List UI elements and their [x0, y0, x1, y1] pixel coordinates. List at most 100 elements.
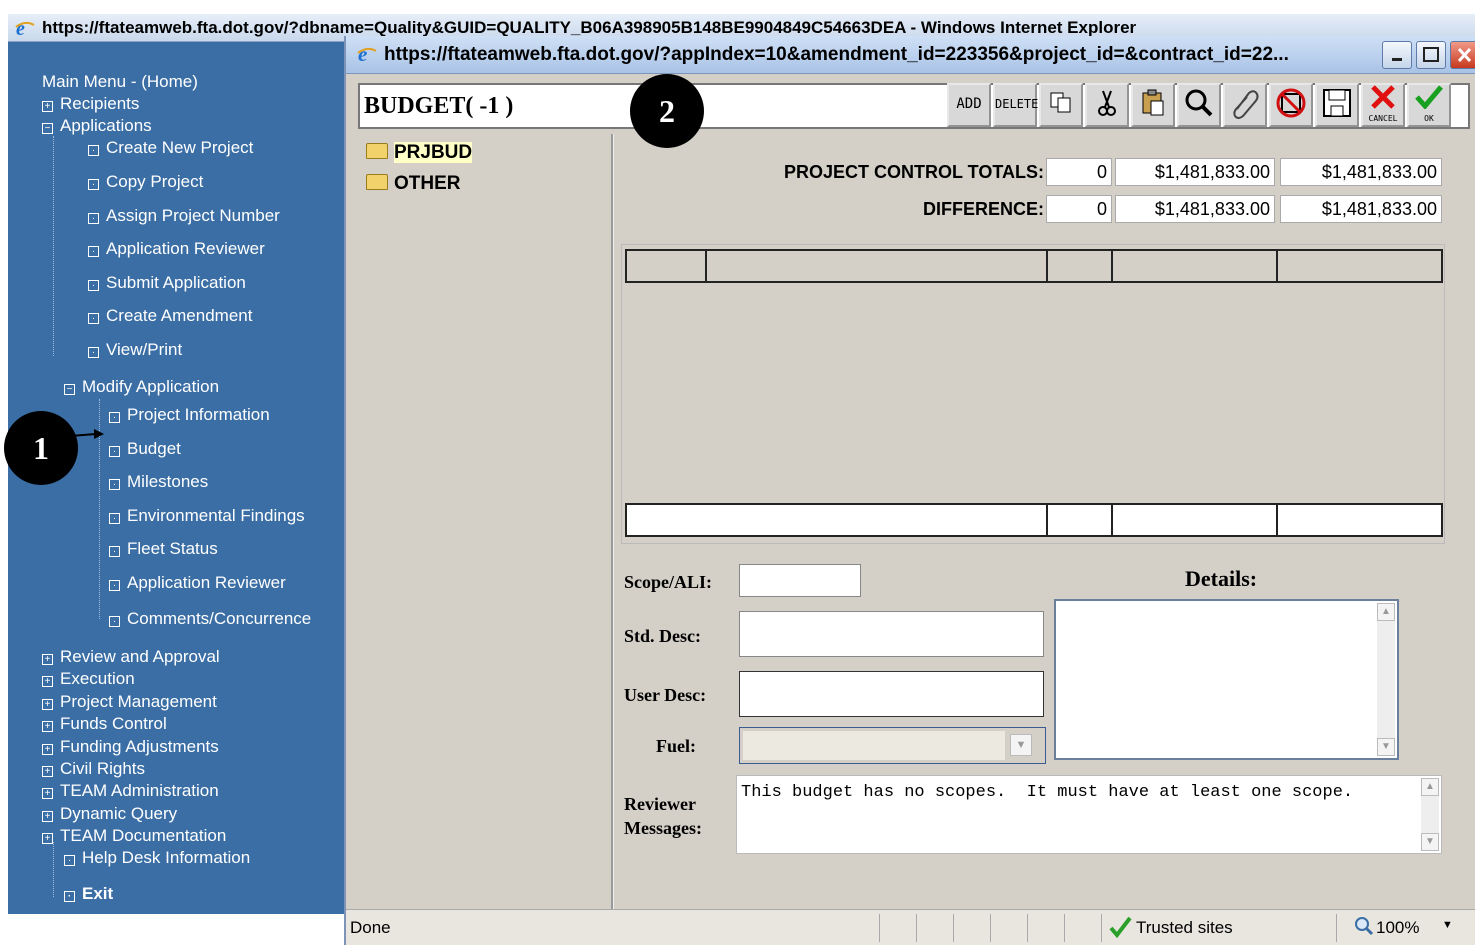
nav-modify-application[interactable]: − Modify Application: [64, 377, 219, 397]
nav-view-print[interactable]: · View/Print: [88, 340, 182, 360]
search-button[interactable]: [1177, 83, 1221, 127]
nav-team-documentation[interactable]: + TEAM Documentation: [42, 826, 226, 846]
copy-button[interactable]: [1039, 83, 1083, 127]
chevron-down-icon[interactable]: ▼: [1010, 734, 1032, 756]
save-button[interactable]: [1315, 83, 1359, 127]
leaf-icon: ·: [109, 479, 120, 490]
paste-button[interactable]: [1131, 83, 1175, 127]
nav-execution[interactable]: + Execution: [42, 669, 135, 689]
nav-create-new-project[interactable]: · Create New Project: [88, 138, 253, 158]
nav-review-and-approval[interactable]: + Review and Approval: [42, 647, 220, 667]
cut-button[interactable]: [1085, 83, 1129, 127]
tree-folder-other[interactable]: OTHER: [366, 173, 461, 195]
std-desc-input[interactable]: [739, 611, 1044, 657]
scope-ali-input[interactable]: [739, 564, 861, 597]
nav-project-information[interactable]: · Project Information: [109, 405, 270, 425]
expand-plus-icon[interactable]: +: [42, 811, 53, 822]
status-text: Done: [350, 918, 391, 937]
folder-icon: [366, 143, 388, 159]
leaf-icon: ·: [109, 580, 120, 591]
scroll-down-icon[interactable]: ▼: [1421, 833, 1439, 851]
user-desc-label: User Desc:: [624, 685, 707, 705]
control-total-count: 0: [1046, 158, 1112, 186]
expand-plus-icon[interactable]: +: [42, 699, 53, 710]
nav-create-amendment[interactable]: · Create Amendment: [88, 306, 252, 326]
nav-team-administration[interactable]: + TEAM Administration: [42, 781, 219, 801]
nav-application-reviewer[interactable]: · Application Reviewer: [88, 239, 265, 259]
fuel-select[interactable]: ▼: [739, 727, 1046, 764]
cancel-button[interactable]: CANCEL: [1361, 83, 1405, 127]
expand-plus-icon[interactable]: +: [42, 766, 53, 777]
zoom-dropdown-icon[interactable]: ▼: [1442, 919, 1453, 931]
collapse-minus-icon[interactable]: −: [64, 384, 75, 395]
nav-exit[interactable]: · Exit: [64, 884, 113, 904]
scroll-up-icon[interactable]: ▲: [1421, 778, 1439, 796]
grid-total-cell: [1276, 503, 1443, 537]
leaf-icon: ·: [88, 246, 99, 257]
nav-recipients[interactable]: + Recipients: [42, 94, 139, 114]
expand-plus-icon[interactable]: +: [42, 676, 53, 687]
expand-plus-icon[interactable]: +: [42, 654, 53, 665]
grid-header-cell[interactable]: [1046, 249, 1113, 283]
zoom-level[interactable]: 100%: [1376, 918, 1419, 938]
scissors-icon: [1098, 90, 1116, 116]
expand-plus-icon[interactable]: +: [42, 721, 53, 732]
nav-civil-rights[interactable]: + Civil Rights: [42, 759, 145, 779]
grid-header-cell[interactable]: [1276, 249, 1443, 283]
no-save-button[interactable]: [1269, 83, 1313, 127]
callout-1: 1: [4, 411, 78, 485]
nav-milestones[interactable]: · Milestones: [109, 472, 208, 492]
user-desc-input[interactable]: [739, 671, 1044, 717]
grid-total-cell: [1111, 503, 1278, 537]
nav-copy-project[interactable]: · Copy Project: [88, 172, 203, 192]
nav-applications[interactable]: − Applications: [42, 116, 152, 136]
nav-fleet-status[interactable]: · Fleet Status: [109, 539, 218, 559]
nav-funds-control[interactable]: + Funds Control: [42, 714, 167, 734]
reviewer-scrollbar[interactable]: ▲ ▼: [1421, 778, 1439, 851]
reviewer-messages-label: Reviewer Messages:: [624, 794, 702, 838]
expand-plus-icon[interactable]: +: [42, 833, 53, 844]
nav-dynamic-query[interactable]: + Dynamic Query: [42, 804, 177, 824]
leaf-icon: ·: [109, 513, 120, 524]
reviewer-messages-box[interactable]: This budget has no scopes. It must have …: [736, 775, 1442, 854]
prohibited-icon: [1276, 88, 1306, 118]
grid-header-cell[interactable]: [705, 249, 1048, 283]
tree-folder-prjbud[interactable]: PRJBUD: [366, 142, 473, 164]
budget-grid: [621, 244, 1445, 544]
grid-header-cell[interactable]: [1111, 249, 1278, 283]
nav-assign-project-number[interactable]: · Assign Project Number: [88, 206, 280, 226]
nav-help-desk[interactable]: · Help Desk Information: [64, 848, 250, 868]
reviewer-message-text: This budget has no scopes. It must have …: [741, 783, 1354, 802]
expand-plus-icon[interactable]: +: [42, 744, 53, 755]
maximize-button[interactable]: [1416, 41, 1446, 69]
expand-plus-icon[interactable]: +: [42, 788, 53, 799]
nav-budget[interactable]: · Budget: [109, 439, 181, 459]
leaf-icon: ·: [88, 213, 99, 224]
close-button[interactable]: [1450, 41, 1475, 69]
nav-environmental-findings[interactable]: · Environmental Findings: [109, 506, 305, 526]
grid-total-cell: [1046, 503, 1113, 537]
add-button[interactable]: ADD: [947, 83, 991, 127]
project-control-totals-label: PROJECT CONTROL TOTALS:: [783, 162, 1044, 182]
details-scrollbar[interactable]: ▲ ▼: [1377, 603, 1395, 756]
expand-plus-icon[interactable]: +: [42, 101, 53, 112]
nav-funding-adjustments[interactable]: + Funding Adjustments: [42, 737, 219, 757]
grid-header-cell[interactable]: [625, 249, 707, 283]
nav-application-reviewer-2[interactable]: · Application Reviewer: [109, 573, 286, 593]
scroll-down-icon[interactable]: ▼: [1377, 738, 1395, 756]
collapse-minus-icon[interactable]: −: [42, 123, 53, 134]
nav-comments-concurrence[interactable]: · Comments/Concurrence: [109, 609, 311, 629]
main-menu-home[interactable]: Main Menu - (Home): [42, 72, 198, 92]
fuel-label: Fuel:: [656, 736, 696, 756]
leaf-icon: ·: [88, 280, 99, 291]
ok-label: OK: [1424, 114, 1434, 123]
nav-submit-application[interactable]: · Submit Application: [88, 273, 246, 293]
delete-button[interactable]: DELETE: [993, 83, 1038, 127]
nav-project-management[interactable]: + Project Management: [42, 692, 217, 712]
minimize-button[interactable]: [1382, 41, 1412, 69]
details-textarea[interactable]: ▲ ▼: [1054, 599, 1399, 760]
scroll-up-icon[interactable]: ▲: [1377, 603, 1395, 621]
attach-button[interactable]: [1223, 83, 1267, 127]
budget-content-panel: PROJECT CONTROL TOTALS: 0 $1,481,833.00 …: [616, 134, 1475, 909]
ok-button[interactable]: OK: [1407, 83, 1451, 127]
